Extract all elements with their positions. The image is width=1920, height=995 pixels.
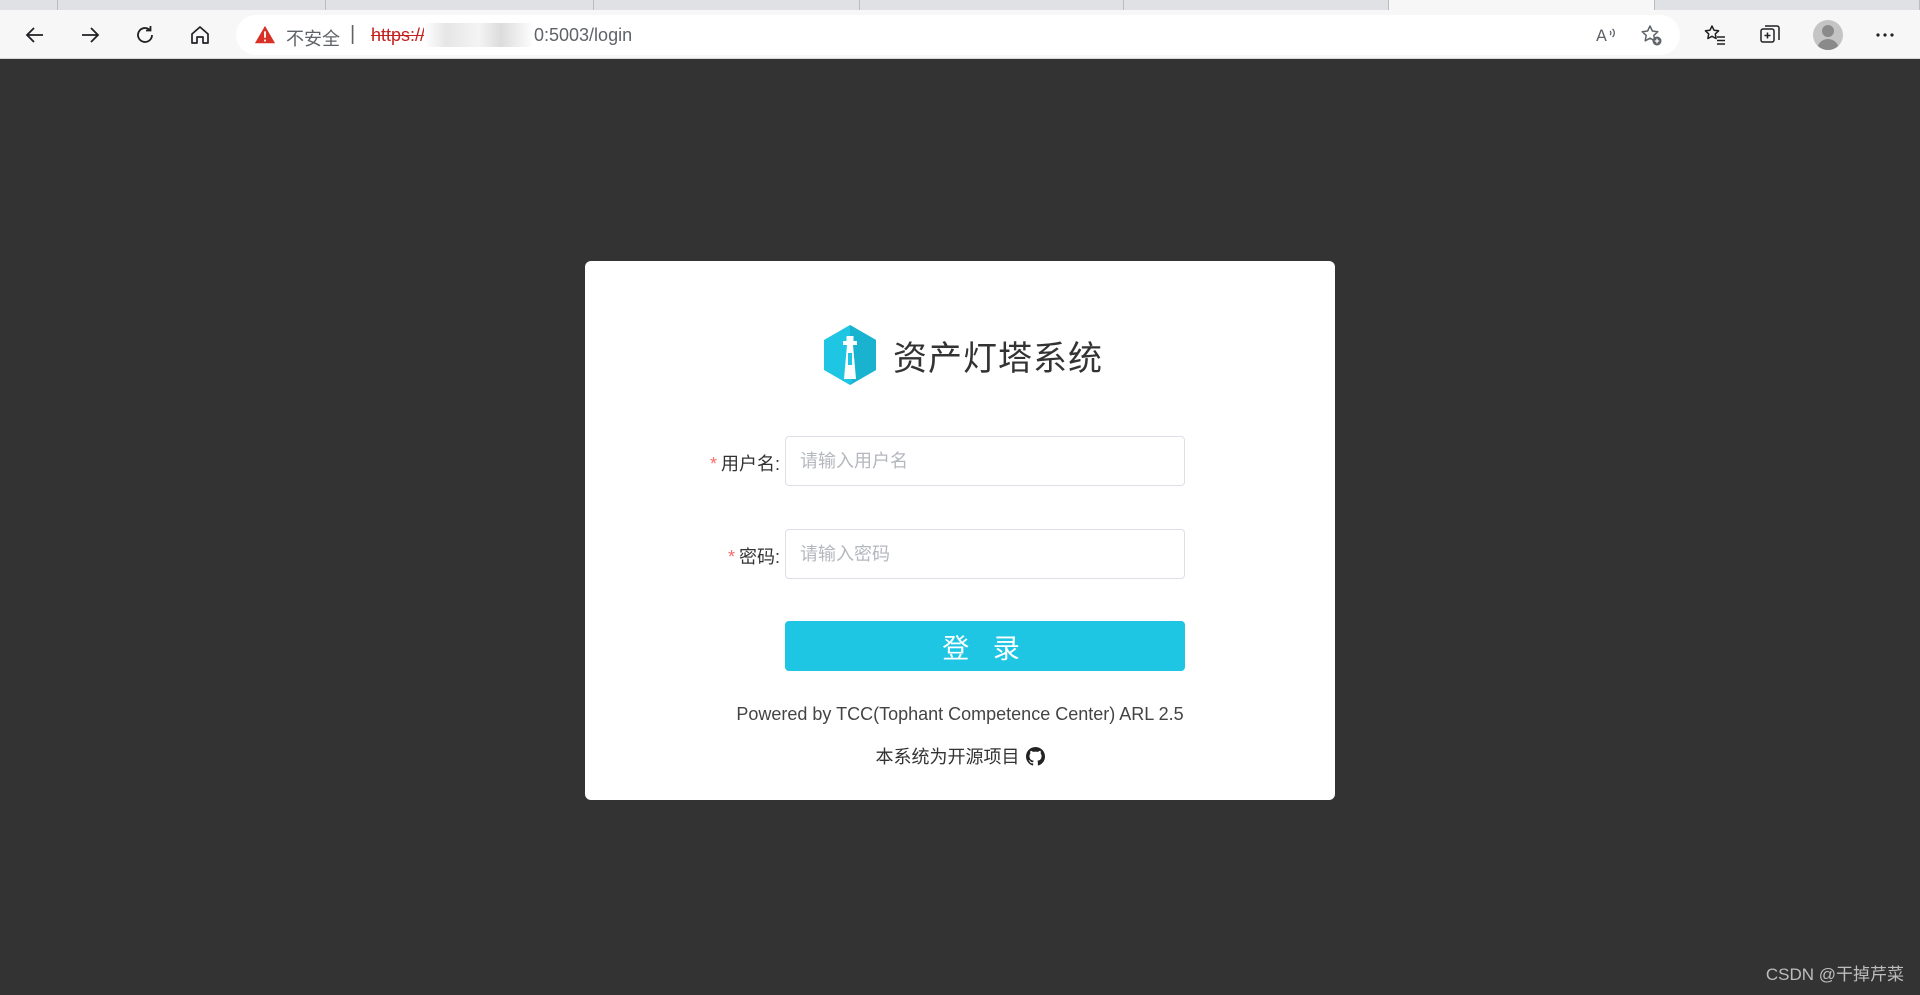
warning-icon[interactable]: [254, 24, 276, 46]
home-icon: [191, 26, 209, 44]
browser-tab[interactable]: [0, 0, 58, 10]
refresh-icon: [137, 26, 153, 43]
address-bar[interactable]: 不安全 | https:// 0:5003/login A: [236, 15, 1680, 55]
password-input[interactable]: [785, 529, 1185, 579]
csdn-watermark: CSDN @干掉芹菜: [1765, 965, 1904, 984]
svg-text:A: A: [1596, 26, 1607, 45]
ellipsis-icon: [1876, 33, 1894, 37]
login-card: 资产灯塔系统 *用户名: *密码: 登 录 Powered by TCC(Top…: [585, 261, 1335, 800]
url-path: 0:5003/login: [534, 25, 633, 45]
lighthouse-logo-icon: [824, 325, 876, 385]
password-label-text: 密码:: [738, 547, 780, 567]
github-icon[interactable]: [1025, 746, 1045, 766]
open-source-note: 本系统为开源项目: [585, 743, 1335, 769]
arrow-left-icon: [25, 27, 43, 43]
refresh-button[interactable]: [127, 18, 163, 52]
powered-by-text: Powered by TCC(Tophant Competence Center…: [736, 704, 1184, 724]
redacted-host: [424, 23, 534, 47]
browser-toolbar: 不安全 | https:// 0:5003/login A: [0, 10, 1920, 59]
profile-avatar[interactable]: [1813, 20, 1843, 50]
required-mark: *: [709, 454, 717, 474]
read-aloud-icon[interactable]: A: [1594, 23, 1618, 47]
browser-tab-active[interactable]: [1389, 0, 1655, 10]
browser-tab[interactable]: [326, 0, 594, 10]
collections-button[interactable]: [1752, 18, 1788, 52]
more-menu-button[interactable]: [1867, 18, 1903, 52]
security-status[interactable]: 不安全: [286, 25, 340, 51]
arrow-right-icon: [82, 27, 100, 43]
add-favorite-icon[interactable]: [1639, 23, 1663, 47]
collections-icon: [1760, 25, 1780, 43]
favorites-button[interactable]: [1697, 18, 1733, 52]
forward-button[interactable]: [72, 18, 108, 52]
username-label: * 用户名:: [710, 450, 780, 476]
required-mark: *: [727, 547, 735, 567]
browser-tab[interactable]: [1655, 0, 1920, 10]
password-row: * 密码:: [585, 529, 1335, 579]
password-label: * 密码:: [728, 543, 780, 569]
browser-tab[interactable]: [860, 0, 1124, 10]
browser-tab[interactable]: [1124, 0, 1389, 10]
home-button[interactable]: [182, 18, 218, 52]
back-button[interactable]: [17, 18, 53, 52]
url-scheme: https://: [371, 25, 426, 45]
open-source-text: 本系统为开源项目: [875, 747, 1020, 767]
login-button[interactable]: 登 录: [785, 621, 1185, 671]
favorites-list-icon: [1704, 25, 1725, 45]
brand-header: 资产灯塔系统: [821, 323, 1103, 387]
username-row: * 用户名:: [585, 436, 1335, 486]
username-label-text: 用户名:: [720, 454, 780, 474]
browser-tab[interactable]: [594, 0, 860, 10]
address-separator: |: [350, 23, 356, 45]
browser-tab[interactable]: [58, 0, 326, 10]
tab-strip: [0, 0, 1920, 10]
avatar-body: [1817, 39, 1839, 50]
username-input[interactable]: [785, 436, 1185, 486]
system-title: 资产灯塔系统: [893, 339, 1103, 378]
avatar-head: [1822, 25, 1834, 37]
